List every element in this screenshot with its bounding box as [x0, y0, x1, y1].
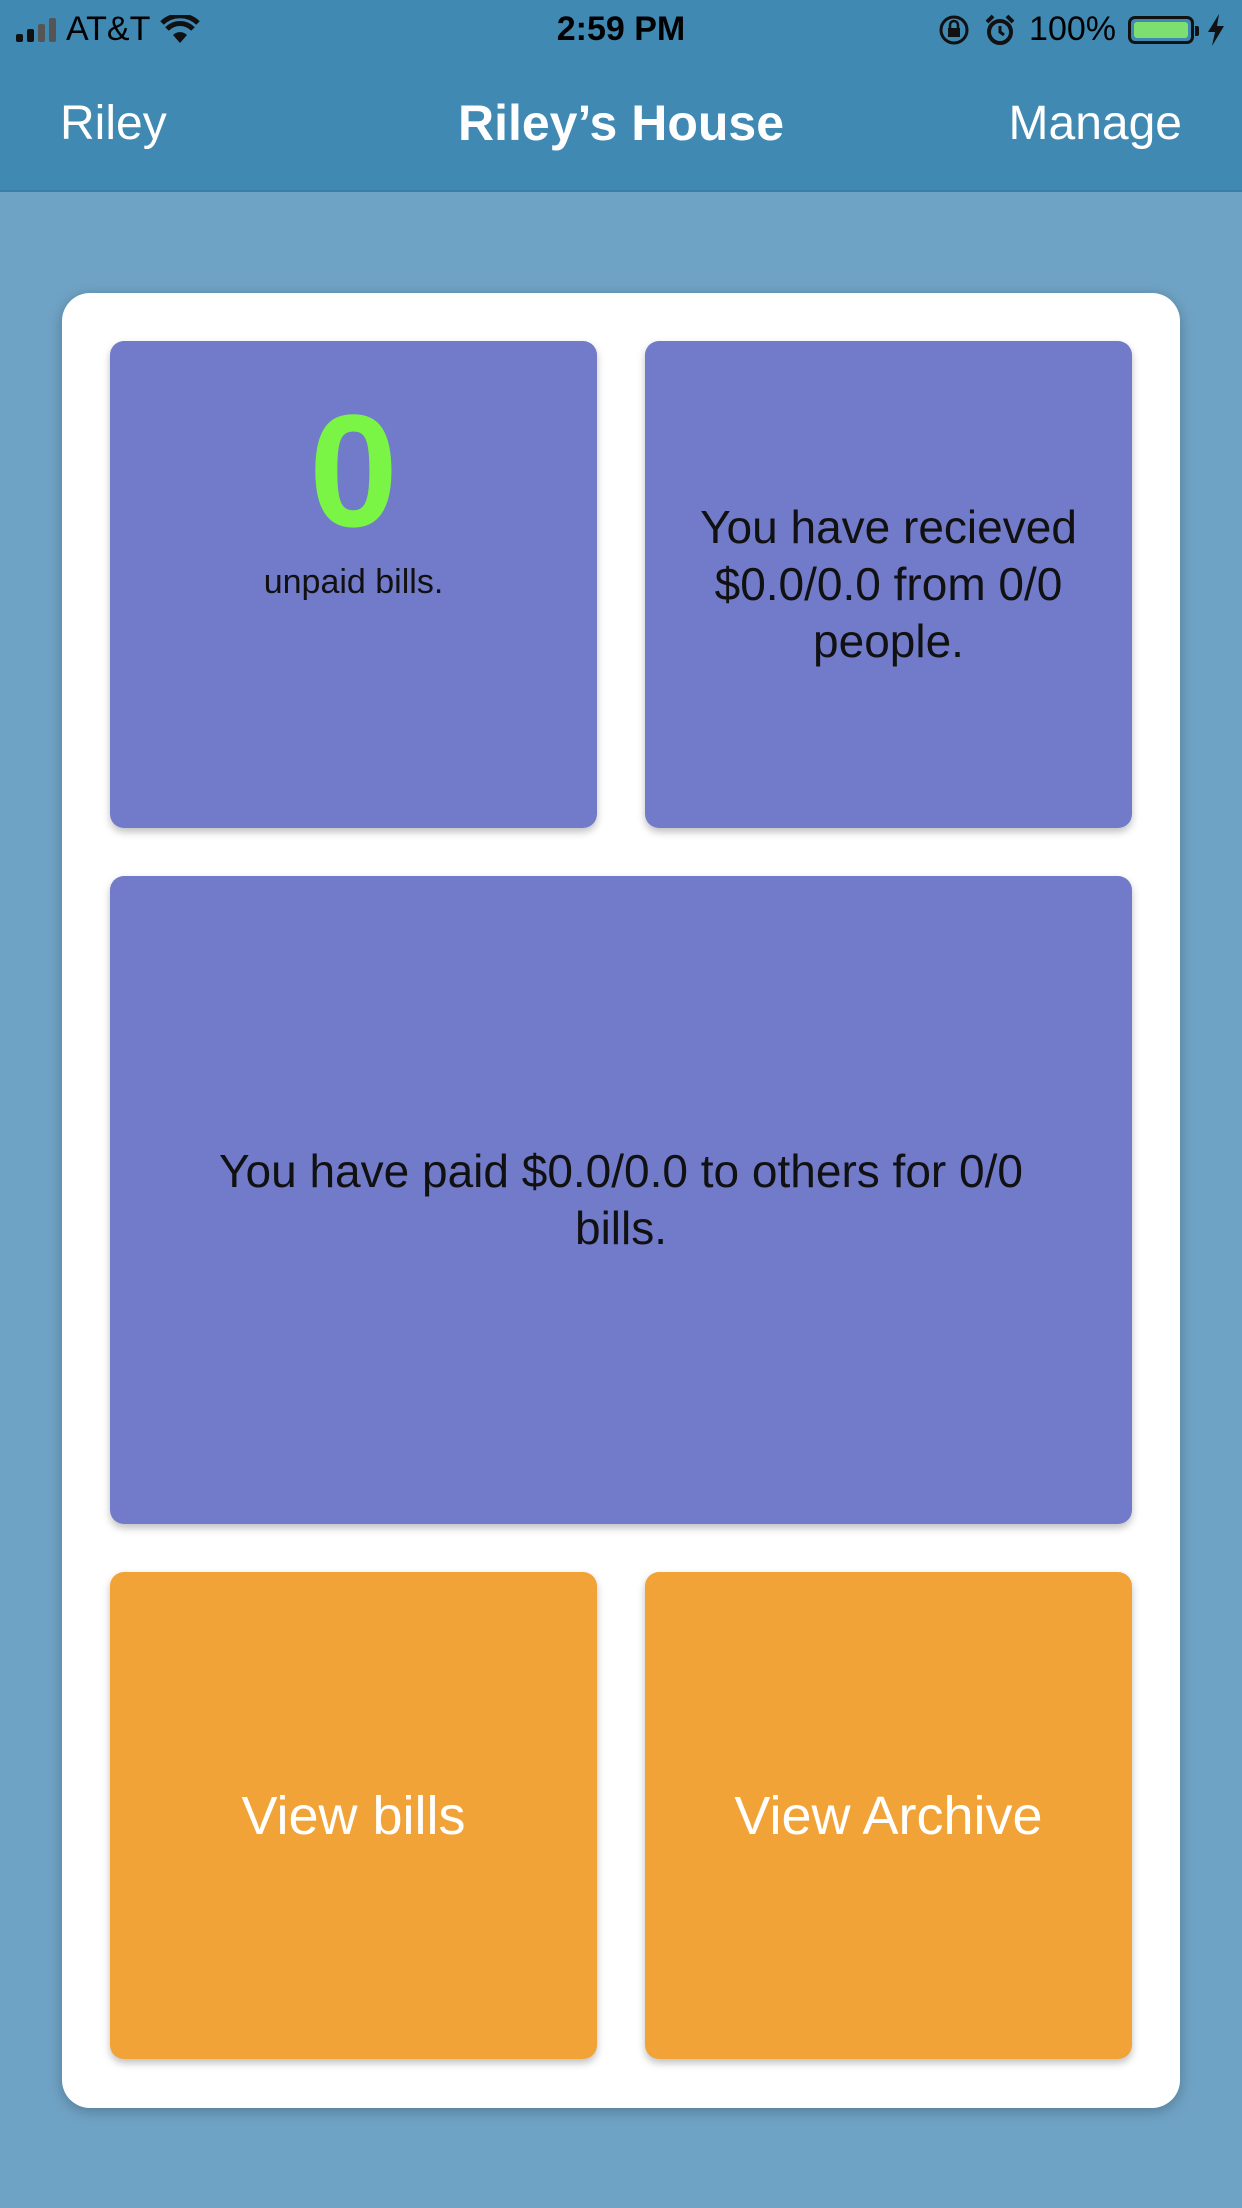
received-summary-text: You have recieved $0.0/0.0 from 0/0 peop…: [700, 501, 1077, 667]
unpaid-label: unpaid bills.: [263, 563, 444, 601]
view-archive-button[interactable]: View Archive: [645, 1572, 1132, 2059]
alarm-icon: [985, 14, 1015, 45]
paid-summary-text: You have paid $0.0/0.0 to others for 0/0…: [219, 1145, 1023, 1254]
view-bills-label: View bills: [241, 1785, 466, 1846]
paid-summary-tile: You have paid $0.0/0.0 to others for 0/0…: [110, 876, 1132, 1524]
view-bills-button[interactable]: View bills: [110, 1572, 597, 2059]
dashboard-card: 0 unpaid bills. You have recieved $0.0/0…: [62, 293, 1180, 2108]
top-bar: AT&T 2:59 PM 100% Riley Riley’s House Ma…: [0, 0, 1242, 192]
received-summary-tile: You have recieved $0.0/0.0 from 0/0 peop…: [645, 341, 1132, 828]
status-bar: AT&T 2:59 PM 100%: [0, 0, 1242, 62]
orientation-lock-icon: [939, 15, 969, 44]
battery-percent: 100%: [1029, 10, 1116, 48]
unpaid-count: 0: [309, 381, 398, 560]
status-right: 100%: [937, 10, 1226, 49]
charging-bolt-icon: [1208, 13, 1224, 46]
view-archive-label: View Archive: [734, 1785, 1043, 1846]
battery-icon: [1128, 15, 1199, 44]
unpaid-bills-tile: 0 unpaid bills.: [110, 341, 597, 828]
manage-button[interactable]: Manage: [1009, 96, 1182, 151]
